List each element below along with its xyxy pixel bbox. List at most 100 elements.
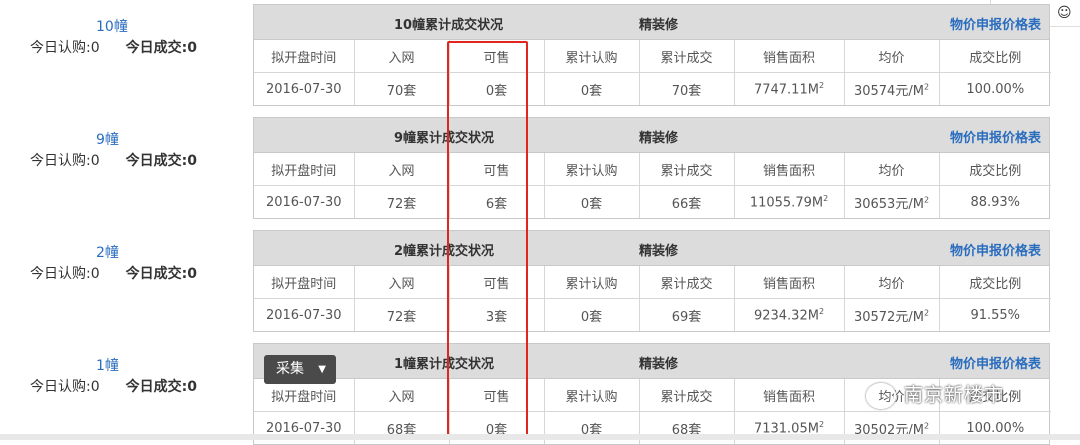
table-header-bar: 2幢累计成交状况 精装修 物价申报价格表 xyxy=(254,231,1049,266)
cell-net: 72套 xyxy=(354,185,450,218)
collect-button[interactable]: 采集 ▼ xyxy=(264,355,336,384)
cell-price: 30572元/M2 xyxy=(844,298,940,331)
building-sales-table: 9幢累计成交状况 精装修 物价申报价格表 拟开盘时间 入网 可售 累计认购 累计成交 销售面积均… xyxy=(253,117,1051,219)
table-row: 2016-07-30 72套 6套 0套 66套 11055.79M2 30653元/M2 8… xyxy=(254,185,1051,218)
today-stats: 今日认购:0 今日成交:0 xyxy=(30,150,197,170)
decoration-label: 精装修 xyxy=(639,357,679,372)
column-header: 拟开盘时间 xyxy=(254,266,355,299)
column-header: 累计认购 xyxy=(544,266,640,299)
decoration-label: 精装修 xyxy=(639,131,679,146)
building-name-link[interactable]: 2幢 xyxy=(96,242,119,262)
column-header: 累计成交 xyxy=(639,379,735,412)
table-row: 2016-07-30 72套 3套 0套 69套 9234.32M2 30572元/M2 91… xyxy=(254,298,1051,331)
price-value: 30572 xyxy=(853,309,896,325)
today-stats: 今日认购:0 今日成交:0 xyxy=(30,376,197,396)
price-unit: 元/M xyxy=(895,196,924,212)
area-unit-exponent: 2 xyxy=(818,306,825,316)
wechat-icon xyxy=(866,382,896,409)
cell-open-date: 2016-07-30 xyxy=(254,72,355,105)
cell-sub: 0套 xyxy=(544,185,640,218)
column-header: 成交比例 xyxy=(939,153,1051,186)
column-header: 均价 xyxy=(844,266,940,299)
price-unit-exponent: 2 xyxy=(923,421,930,431)
price-unit: 元/M xyxy=(895,83,924,99)
area-unit: M xyxy=(807,308,819,324)
column-header: 销售面积 xyxy=(734,153,845,186)
column-header-row: 拟开盘时间 入网 可售 累计认购 累计成交 销售面积 均价 成交比例 xyxy=(254,40,1051,73)
area-unit: M xyxy=(811,195,824,211)
today-subscription: 今日认购:0 xyxy=(30,379,100,395)
cell-ratio: 100.00% xyxy=(966,81,1025,97)
column-header: 拟开盘时间 xyxy=(254,153,355,186)
column-header: 累计成交 xyxy=(639,266,735,299)
cell-deal: 66套 xyxy=(639,185,735,218)
brand-watermark: 南京新楼市 xyxy=(866,380,1004,412)
price-list-link[interactable]: 物价申报价格表 xyxy=(950,14,1041,33)
column-header: 累计成交 xyxy=(639,40,735,73)
cell-deal: 70套 xyxy=(639,72,735,105)
decoration-label: 精装修 xyxy=(639,244,679,259)
price-unit-exponent: 2 xyxy=(923,82,930,92)
price-list-link[interactable]: 物价申报价格表 xyxy=(950,240,1041,259)
cell-sub: 0套 xyxy=(544,298,640,331)
column-header: 销售面积 xyxy=(734,379,845,412)
cell-price: 30574元/M2 xyxy=(844,72,940,105)
today-deal: 今日成交:0 xyxy=(125,379,197,395)
column-header: 拟开盘时间 xyxy=(254,40,355,73)
column-header: 成交比例 xyxy=(939,40,1051,73)
available-column-highlight xyxy=(447,41,528,437)
price-unit: 元/M xyxy=(895,309,924,325)
sales-data-table: 拟开盘时间 入网 可售 累计认购 累计成交 销售面积 均价 成交比例 2016-07-30 70套… xyxy=(254,40,1051,105)
cell-ratio: 88.93% xyxy=(970,194,1021,210)
table-header-bar: 10幢累计成交状况 精装修 物价申报价格表 xyxy=(254,5,1049,40)
cell-open-date: 2016-07-30 xyxy=(254,298,355,331)
bottom-scroll-strip xyxy=(0,434,1080,440)
price-list-link[interactable]: 物价申报价格表 xyxy=(950,127,1041,146)
column-header: 均价 xyxy=(844,40,940,73)
price-unit-exponent: 2 xyxy=(923,308,930,318)
cell-sub: 0套 xyxy=(544,72,640,105)
column-header: 入网 xyxy=(354,266,450,299)
column-header: 累计认购 xyxy=(544,379,640,412)
price-unit-exponent: 2 xyxy=(923,195,930,205)
emoji-icon[interactable]: ☺ xyxy=(1057,0,1072,26)
cell-net: 72套 xyxy=(354,298,450,331)
column-header-row: 拟开盘时间 入网 可售 累计认购 累计成交 销售面积 均价 成交比例 xyxy=(254,266,1051,299)
column-header: 入网 xyxy=(354,153,450,186)
cell-ratio: 91.55% xyxy=(970,307,1021,323)
table-title: 10幢累计成交状况 xyxy=(394,18,504,33)
today-stats: 今日认购:0 今日成交:0 xyxy=(30,37,197,57)
building-name-link[interactable]: 9幢 xyxy=(96,129,119,149)
cell-deal: 69套 xyxy=(639,298,735,331)
collect-button-label: 采集 xyxy=(276,361,304,377)
today-deal: 今日成交:0 xyxy=(125,153,197,169)
sales-data-table: 拟开盘时间 入网 可售 累计认购 累计成交 销售面积 均价 成交比例 2016-07-30 72套… xyxy=(254,153,1051,218)
column-header: 入网 xyxy=(354,379,450,412)
today-stats: 今日认购:0 今日成交:0 xyxy=(30,263,197,283)
area-unit-exponent: 2 xyxy=(823,193,829,203)
price-value: 30653 xyxy=(853,196,896,212)
today-subscription: 今日认购:0 xyxy=(30,153,100,169)
area-unit-exponent: 2 xyxy=(818,419,825,429)
area-value: 9234.32 xyxy=(753,308,808,324)
today-subscription: 今日认购:0 xyxy=(30,266,100,282)
today-subscription: 今日认购:0 xyxy=(30,40,100,56)
cell-open-date: 2016-07-30 xyxy=(254,185,355,218)
price-list-link[interactable]: 物价申报价格表 xyxy=(950,353,1041,372)
cell-net: 70套 xyxy=(354,72,450,105)
column-header: 累计认购 xyxy=(544,40,640,73)
column-header: 销售面积 xyxy=(734,40,845,73)
brand-text: 南京新楼市 xyxy=(904,384,1005,406)
column-header: 销售面积 xyxy=(734,266,845,299)
area-value: 7747.11 xyxy=(753,82,808,98)
building-name-link[interactable]: 1幢 xyxy=(96,355,119,375)
area-value: 11055.79 xyxy=(749,195,812,211)
today-deal: 今日成交:0 xyxy=(125,40,197,56)
sales-data-table: 拟开盘时间 入网 可售 累计认购 累计成交 销售面积 均价 成交比例 2016-07-30 72套… xyxy=(254,266,1051,331)
building-name-link[interactable]: 10幢 xyxy=(96,16,128,36)
column-header: 成交比例 xyxy=(939,266,1051,299)
column-header-row: 拟开盘时间 入网 可售 累计认购 累计成交 销售面积 均价 成交比例 xyxy=(254,153,1051,186)
cell-area: 9234.32M2 xyxy=(734,298,845,331)
building-sales-table: 2幢累计成交状况 精装修 物价申报价格表 拟开盘时间 入网 可售 累计认购 累计成交 销售面积均… xyxy=(253,230,1051,332)
cell-price: 30653元/M2 xyxy=(844,185,940,218)
